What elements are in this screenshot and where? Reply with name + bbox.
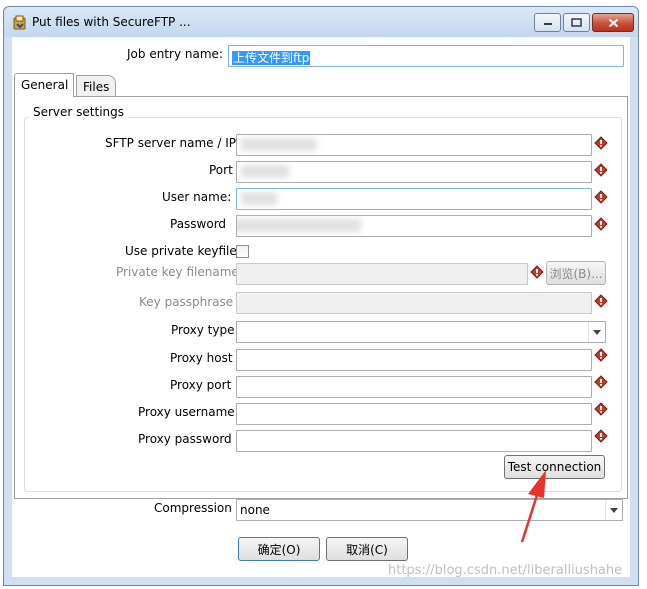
chevron-down-icon[interactable] [588, 322, 605, 342]
variable-diamond-icon [594, 429, 608, 443]
minimize-button[interactable] [534, 13, 561, 32]
proxy-host-input[interactable] [236, 349, 592, 371]
close-button[interactable] [592, 13, 634, 32]
private-key-filename-label: Private key filename [116, 265, 239, 279]
cancel-button-label: 取消(C) [346, 542, 388, 557]
variable-diamond-icon [594, 190, 608, 204]
variable-diamond-icon [594, 375, 608, 389]
proxy-username-input[interactable] [236, 403, 592, 425]
variable-diamond-icon [530, 265, 544, 279]
title-bar[interactable]: Put files with SecureFTP ... [4, 7, 638, 37]
key-passphrase-input[interactable] [236, 292, 592, 314]
tab-general-label: General [21, 78, 69, 92]
port-input[interactable] [236, 161, 592, 183]
browse-button[interactable]: 浏览(B)... [546, 261, 606, 285]
redacted-value [241, 192, 277, 205]
sftp-server-label: SFTP server name / IP [105, 136, 236, 150]
ok-button[interactable]: 确定(O) [238, 537, 320, 561]
dialog-window: Put files with SecureFTP ... Job entry n… [3, 6, 639, 586]
redacted-value [237, 219, 361, 232]
sftp-server-input[interactable] [236, 134, 592, 156]
minimize-icon [543, 22, 552, 25]
variable-diamond-icon [594, 136, 608, 150]
proxy-username-label: Proxy username [138, 405, 235, 419]
variable-diamond-icon [594, 163, 608, 177]
maximize-icon [571, 18, 582, 27]
cancel-button[interactable]: 取消(C) [326, 537, 408, 561]
compression-select[interactable]: none [236, 499, 623, 521]
password-label: Password [170, 217, 227, 231]
variable-diamond-icon [594, 217, 608, 231]
job-entry-name-value: 上传文件到ftp [232, 51, 311, 65]
variable-diamond-icon [594, 348, 608, 362]
maximize-button[interactable] [563, 13, 590, 32]
proxy-port-input[interactable] [236, 376, 592, 398]
close-icon [608, 18, 618, 27]
compression-label: Compression [154, 501, 232, 515]
redacted-value [241, 165, 289, 178]
test-connection-label: Test connection [507, 460, 602, 474]
key-passphrase-label: Key passphrase [139, 295, 234, 309]
test-connection-button[interactable]: Test connection [504, 455, 605, 479]
ok-button-label: 确定(O) [257, 542, 301, 557]
tab-files[interactable]: Files [76, 75, 116, 97]
password-input[interactable] [236, 215, 592, 237]
server-settings-title: Server settings [29, 105, 129, 119]
job-entry-name-input[interactable]: 上传文件到ftp [228, 45, 624, 67]
proxy-password-label: Proxy password [138, 432, 232, 446]
redacted-value [241, 138, 317, 151]
tab-general[interactable]: General [14, 73, 74, 97]
proxy-type-label: Proxy type [171, 323, 235, 337]
tab-files-label: Files [83, 80, 110, 94]
proxy-host-label: Proxy host [170, 351, 233, 365]
compression-value: none [240, 503, 270, 517]
job-entry-name-label: Job entry name: [127, 47, 223, 61]
variable-diamond-icon [594, 402, 608, 416]
port-label: Port [209, 163, 233, 177]
dialog-body: Job entry name: 上传文件到ftp General Files S… [12, 37, 630, 577]
use-private-keyfile-label: Use private keyfile [125, 244, 237, 258]
proxy-port-label: Proxy port [170, 378, 232, 392]
private-key-filename-input[interactable] [236, 263, 528, 285]
proxy-type-select[interactable] [236, 321, 606, 343]
proxy-password-input[interactable] [236, 430, 592, 452]
username-input[interactable] [236, 188, 592, 210]
username-label: User name: [162, 190, 232, 204]
browse-button-label: 浏览(B)... [549, 266, 603, 281]
watermark: https://blog.csdn.net/liberalliushahe [388, 563, 623, 578]
variable-diamond-icon [594, 294, 608, 308]
chevron-down-icon[interactable] [605, 500, 622, 520]
window-title: Put files with SecureFTP ... [32, 15, 191, 29]
use-private-keyfile-checkbox[interactable] [236, 245, 249, 258]
app-icon [13, 15, 26, 30]
